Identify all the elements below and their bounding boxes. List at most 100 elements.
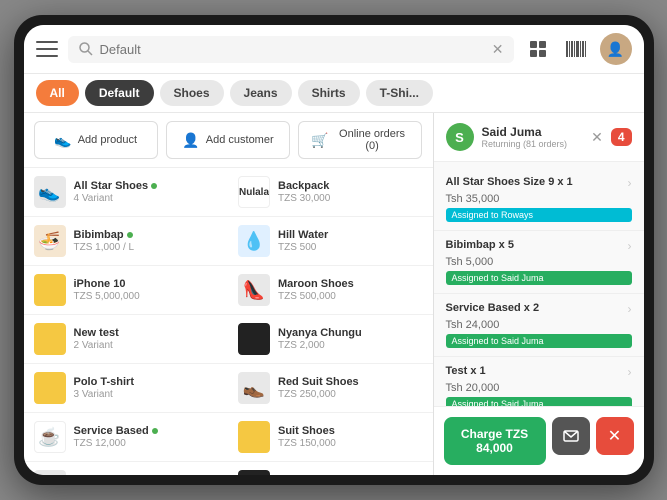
list-item[interactable]: 💧 Hill Water TZS 500: [228, 217, 433, 266]
stock-dot: [152, 428, 158, 434]
cart-item-row: Bibimbap x 5 ›: [446, 239, 632, 253]
cancel-icon: ✕: [608, 426, 621, 446]
tablet-frame: ✕: [14, 15, 654, 485]
charge-button[interactable]: Charge TZS 84,000: [444, 417, 546, 465]
online-orders-icon: 🛒: [311, 132, 328, 149]
cart-items: All Star Shoes Size 9 x 1 › Tsh 35,000 A…: [434, 162, 644, 406]
cart-arrow-icon: ›: [628, 365, 632, 379]
close-search-icon[interactable]: ✕: [492, 41, 504, 58]
list-item[interactable]: Nulala Backpack TZS 30,000: [228, 168, 433, 217]
cart-item-name: Service Based x 2: [446, 302, 540, 314]
add-customer-icon: 👤: [182, 132, 199, 149]
product-name: Test: [278, 474, 423, 475]
cart-item-price: Tsh 35,000: [446, 193, 632, 205]
customer-avatar: S: [446, 123, 474, 151]
user-avatar[interactable]: 👤: [600, 33, 632, 65]
add-product-label: Add product: [78, 134, 137, 146]
stock-dot: [127, 232, 133, 238]
product-info: Backpack TZS 30,000: [278, 180, 423, 204]
tab-tshirts[interactable]: T-Shi...: [366, 80, 433, 106]
product-thumbnail: [34, 274, 66, 306]
product-meta: TZS 150,000: [278, 438, 423, 449]
list-item[interactable]: 👟 All Star Shoes 4 Variant: [24, 168, 229, 217]
cart-item-price: Tsh 20,000: [446, 382, 632, 394]
cart-arrow-icon: ›: [628, 176, 632, 190]
list-item[interactable]: 👠 Maroon Shoes TZS 500,000: [228, 266, 433, 315]
list-item[interactable]: Polo T-shirt 3 Variant: [24, 364, 229, 413]
tab-default[interactable]: Default: [85, 80, 154, 106]
tab-all[interactable]: All: [36, 80, 79, 106]
product-meta: TZS 5,000,000: [74, 291, 219, 302]
email-button[interactable]: [552, 417, 590, 455]
online-orders-button[interactable]: 🛒 Online orders (0): [298, 121, 422, 159]
product-thumbnail: [238, 470, 270, 475]
cart-item-row: Test x 1 ›: [446, 365, 632, 379]
product-info: All Star Shoes 4 Variant: [74, 180, 219, 204]
product-info: iPhone 10 TZS 5,000,000: [74, 278, 219, 302]
product-name: New test: [74, 327, 219, 339]
product-info: Suit Shoes TZS 150,000: [278, 425, 423, 449]
product-meta: TZS 12,000: [74, 438, 219, 449]
grid-view-icon[interactable]: [524, 35, 552, 63]
product-info: New test 2 Variant: [74, 327, 219, 351]
list-item[interactable]: Nyanya Chungu TZS 2,000: [228, 315, 433, 364]
product-meta: TZS 250,000: [278, 389, 423, 400]
product-meta: TZS 30,000: [278, 193, 423, 204]
search-icon: [78, 41, 94, 57]
cart-item[interactable]: Service Based x 2 › Tsh 24,000 Assigned …: [434, 294, 644, 357]
list-item[interactable]: iPhone 10 TZS 5,000,000: [24, 266, 229, 315]
product-name: Bibimbap: [74, 229, 219, 241]
product-meta: TZS 1,000 / L: [74, 242, 219, 253]
cart-footer: Charge TZS 84,000 ✕: [434, 406, 644, 475]
cart-item[interactable]: Bibimbap x 5 › Tsh 5,000 Assigned to Sai…: [434, 231, 644, 294]
stock-dot: [151, 183, 157, 189]
menu-icon[interactable]: [36, 41, 58, 57]
product-meta: TZS 500: [278, 242, 423, 253]
product-info: Polo T-shirt 3 Variant: [74, 376, 219, 400]
product-name: Nyanya Chungu: [278, 327, 423, 339]
list-item[interactable]: Test TZS 20,000: [228, 462, 433, 475]
cart-header: S Said Juma Returning (81 orders) ✕ 4: [434, 113, 644, 162]
list-item[interactable]: Suit Shoes TZS 150,000: [228, 413, 433, 462]
barcode-icon[interactable]: [562, 35, 590, 63]
product-meta: TZS 500,000: [278, 291, 423, 302]
list-item[interactable]: 🍜 Bibimbap TZS 1,000 / L: [24, 217, 229, 266]
product-name: Red Suit Shoes: [278, 376, 423, 388]
search-box: ✕: [68, 36, 514, 63]
add-product-icon: 👟: [54, 132, 71, 149]
product-meta: 2 Variant: [74, 340, 219, 351]
product-thumbnail: Nulala: [238, 176, 270, 208]
product-name: Suit Shoes: [74, 474, 219, 475]
search-input[interactable]: [100, 42, 486, 57]
list-item[interactable]: 👞 Red Suit Shoes TZS 250,000: [228, 364, 433, 413]
tab-jeans[interactable]: Jeans: [230, 80, 292, 106]
list-item[interactable]: ☕ Service Based TZS 12,000: [24, 413, 229, 462]
email-icon: [563, 430, 579, 442]
list-item[interactable]: New test 2 Variant: [24, 315, 229, 364]
product-name: Maroon Shoes: [278, 278, 423, 290]
cart-item-name: Bibimbap x 5: [446, 239, 514, 251]
assigned-badge: Assigned to Said Juma: [446, 334, 632, 348]
cart-item[interactable]: All Star Shoes Size 9 x 1 › Tsh 35,000 A…: [434, 168, 644, 231]
product-name: Suit Shoes: [278, 425, 423, 437]
product-info: Service Based TZS 12,000: [74, 425, 219, 449]
product-info: Hill Water TZS 500: [278, 229, 423, 253]
main-content: 👟 Add product 👤 Add customer 🛒 Online or…: [24, 113, 644, 475]
cart-item[interactable]: Test x 1 › Tsh 20,000 Assigned to Said J…: [434, 357, 644, 406]
tablet-screen: ✕: [24, 25, 644, 475]
cart-arrow-icon: ›: [628, 302, 632, 316]
tab-shoes[interactable]: Shoes: [160, 80, 224, 106]
assigned-badge: Assigned to Roways: [446, 208, 632, 222]
product-thumbnail: 🍜: [34, 225, 66, 257]
product-list: 👟 All Star Shoes 4 Variant Nulala Backpa…: [24, 168, 433, 475]
add-product-button[interactable]: 👟 Add product: [34, 121, 158, 159]
tab-shirts[interactable]: Shirts: [298, 80, 360, 106]
list-item[interactable]: 👞 Suit Shoes TZS 250,000: [24, 462, 229, 475]
customer-info: Said Juma Returning (81 orders): [482, 125, 584, 149]
action-bar: 👟 Add product 👤 Add customer 🛒 Online or…: [24, 113, 433, 168]
product-thumbnail: 💧: [238, 225, 270, 257]
cancel-button[interactable]: ✕: [596, 417, 634, 455]
add-customer-button[interactable]: 👤 Add customer: [166, 121, 290, 159]
assigned-badge: Assigned to Said Juma: [446, 397, 632, 406]
cart-close-button[interactable]: ✕: [591, 129, 603, 146]
